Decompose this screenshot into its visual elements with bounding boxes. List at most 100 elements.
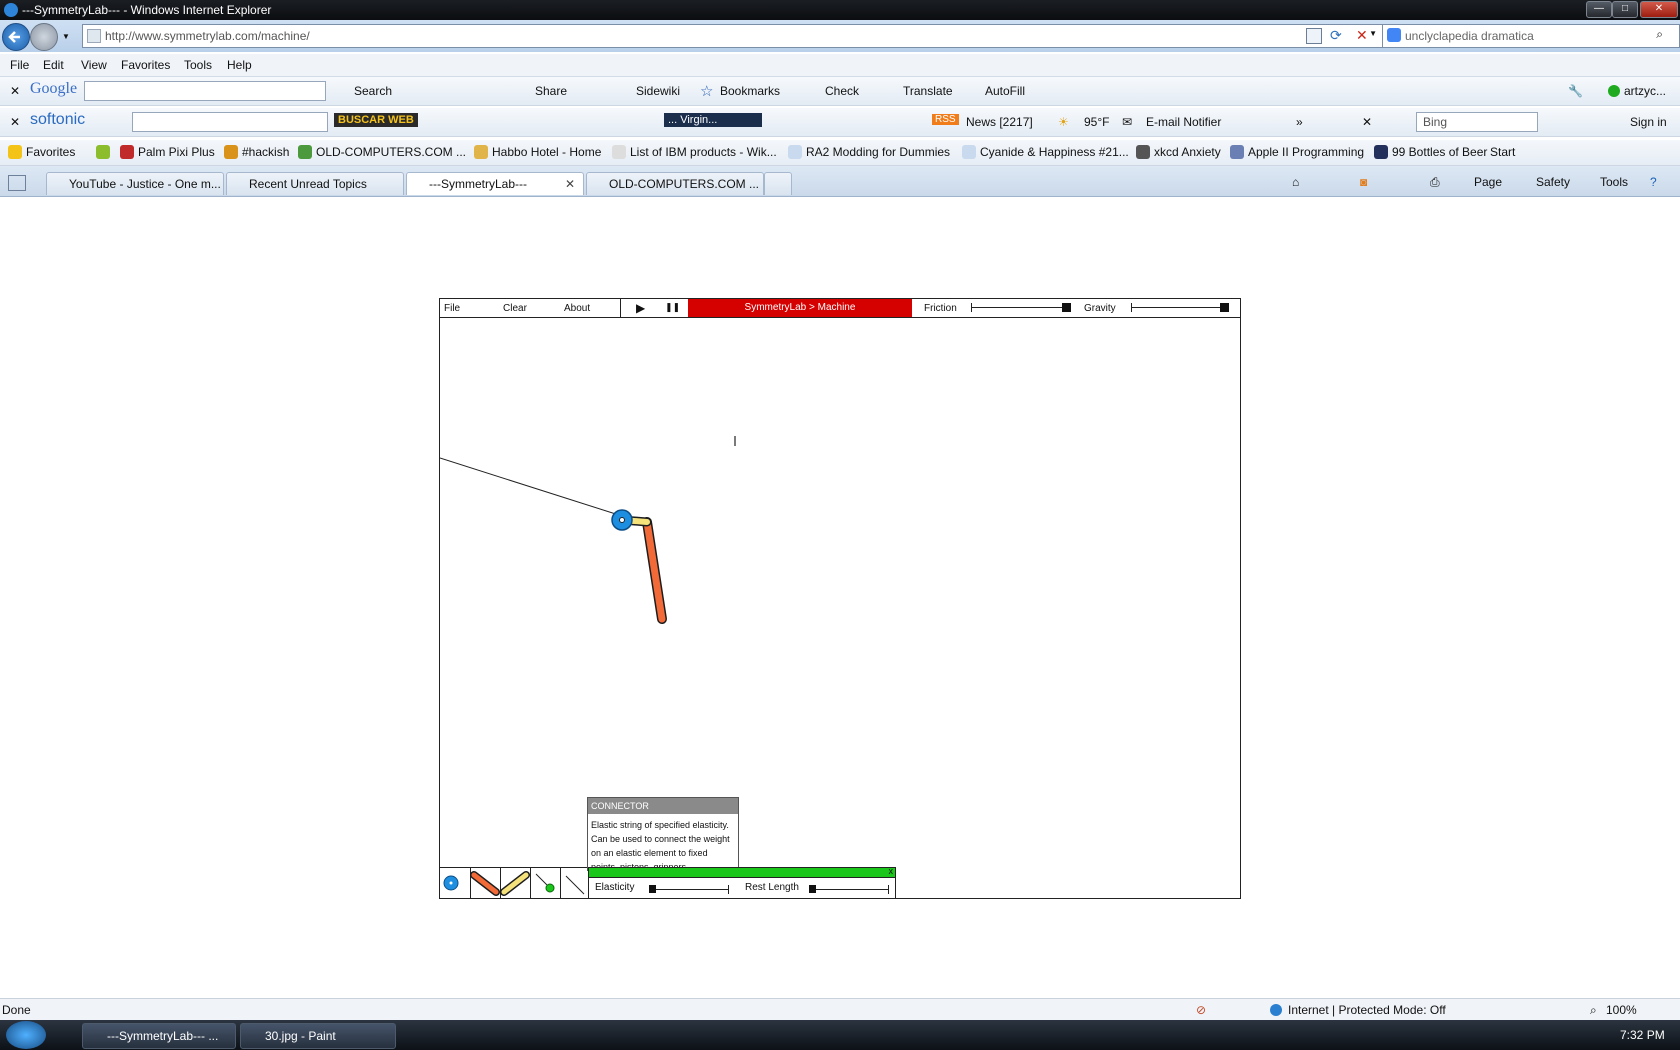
home-icon[interactable]: ⌂ <box>1292 175 1299 189</box>
friction-knob[interactable] <box>1062 303 1071 312</box>
tool-wheel[interactable] <box>440 867 471 899</box>
site-icon <box>1230 145 1244 159</box>
favorite-link[interactable]: #hackish <box>224 145 289 159</box>
menu-help[interactable]: Help <box>227 58 252 72</box>
bing-search-field[interactable]: Bing <box>1416 112 1538 132</box>
popup-blocker-icon[interactable]: ⊘ <box>1196 1003 1206 1017</box>
elasticity-knob[interactable] <box>649 885 656 893</box>
elasticity-slider[interactable] <box>649 885 729 894</box>
radio-player-display[interactable]: ... Virgin... <box>664 113 762 127</box>
refresh-icon[interactable]: ⟳ <box>1330 27 1342 44</box>
close-button[interactable]: ✕ <box>1640 1 1678 18</box>
favorite-link[interactable]: Cyanide & Happiness #21... <box>962 145 1129 159</box>
app-menu-about[interactable]: About <box>564 303 590 314</box>
nav-dropdown-icon[interactable]: ▼ <box>62 32 70 41</box>
new-tab-button[interactable] <box>764 172 792 195</box>
toolbar-close-icon[interactable]: ✕ <box>1362 115 1372 129</box>
pause-button[interactable]: ❚❚ <box>665 302 680 313</box>
menu-edit[interactable]: Edit <box>43 58 64 72</box>
favorite-link[interactable]: RA2 Modding for Dummies <box>788 145 950 159</box>
address-input[interactable]: http://www.symmetrylab.com/machine/ ▼ <box>82 24 1384 48</box>
wrench-icon[interactable]: 🔧 <box>1568 84 1583 98</box>
start-button[interactable] <box>6 1021 46 1049</box>
menu-favorites[interactable]: Favorites <box>121 58 170 72</box>
favorites-star-icon <box>8 145 22 159</box>
favorite-link[interactable]: xkcd Anxiety <box>1136 145 1221 159</box>
simulation-canvas[interactable] <box>440 318 1240 898</box>
toolbar-close-icon[interactable]: ✕ <box>10 84 20 98</box>
play-button[interactable]: ▶ <box>636 301 645 315</box>
sign-in-link[interactable]: Sign in <box>1630 115 1667 129</box>
gravity-label: Gravity <box>1084 303 1116 314</box>
favorites-button[interactable]: Favorites <box>8 145 75 159</box>
print-icon[interactable]: ⎙ <box>1430 175 1440 190</box>
favorite-link[interactable]: List of IBM products - Wik... <box>612 145 777 159</box>
toolbar-button-sidewiki[interactable]: Sidewiki <box>636 84 680 98</box>
search-input[interactable]: unclyclapedia dramatica ⌕ <box>1382 24 1680 48</box>
properties-close-button[interactable]: x <box>889 866 894 876</box>
app-menu-clear[interactable]: Clear <box>503 303 527 314</box>
favorite-link[interactable] <box>96 145 114 159</box>
task-symmetrylab[interactable]: ---SymmetryLab--- ... <box>82 1023 236 1049</box>
toolbar-button-check[interactable]: Check <box>825 84 859 98</box>
tab-recent-unread[interactable]: Recent Unread Topics <box>226 172 404 195</box>
friction-slider[interactable] <box>971 303 1071 312</box>
toolbar-close-icon[interactable]: ✕ <box>10 115 20 129</box>
gravity-knob[interactable] <box>1220 303 1229 312</box>
menu-tools[interactable]: Tools <box>184 58 212 72</box>
tools-menu[interactable]: Tools <box>1600 175 1628 189</box>
favorite-link[interactable]: Palm Pixi Plus <box>120 145 215 159</box>
address-dropdown-icon[interactable]: ▼ <box>1369 29 1377 38</box>
tool-spring[interactable] <box>500 867 531 899</box>
feeds-icon[interactable]: ◙ <box>1360 175 1367 189</box>
softonic-search-field[interactable] <box>132 112 328 132</box>
favorite-link[interactable]: Start <box>1490 145 1515 159</box>
tab-close-icon[interactable]: ✕ <box>565 177 575 191</box>
task-paint[interactable]: 30.jpg - Paint <box>240 1023 396 1049</box>
orange-rod-fill <box>643 518 666 623</box>
quick-tabs-icon[interactable] <box>8 175 26 191</box>
page-menu[interactable]: Page <box>1474 175 1502 189</box>
toolbar-button-share[interactable]: Share <box>535 84 567 98</box>
tool-pendulum[interactable] <box>530 867 561 899</box>
toolbar-button-translate[interactable]: Translate <box>903 84 953 98</box>
toolbar-button-bookmarks[interactable]: Bookmarks <box>720 84 780 98</box>
forward-button[interactable] <box>30 23 58 51</box>
security-zone[interactable]: Internet | Protected Mode: Off <box>1288 1003 1446 1017</box>
rest-length-knob[interactable] <box>809 885 816 893</box>
google-search-field[interactable] <box>84 81 326 101</box>
rest-length-slider[interactable] <box>809 885 889 894</box>
buscar-web-button[interactable]: BUSCAR WEB <box>334 113 418 127</box>
gravity-slider[interactable] <box>1131 303 1229 312</box>
magnifier-icon[interactable]: ⌕ <box>1656 27 1663 42</box>
connector-string[interactable] <box>440 457 623 517</box>
tool-rod[interactable] <box>470 867 501 899</box>
zoom-level[interactable]: 100% <box>1606 1003 1637 1017</box>
favorite-link[interactable]: Habbo Hotel - Home <box>474 145 601 159</box>
toolbar-button-autofill[interactable]: AutoFill <box>985 84 1025 98</box>
email-notifier-button[interactable]: E-mail Notifier <box>1146 115 1221 129</box>
favorite-link[interactable]: OLD-COMPUTERS.COM ... <box>298 145 466 159</box>
google-search-button[interactable]: Search <box>354 84 392 98</box>
menu-view[interactable]: View <box>81 58 107 72</box>
help-icon[interactable]: ? <box>1650 175 1657 189</box>
tab-symmetrylab[interactable]: ---SymmetryLab--- ✕ <box>406 172 584 195</box>
weather-label[interactable]: 95°F <box>1084 115 1109 129</box>
app-menu-file[interactable]: File <box>444 303 460 314</box>
tab-youtube[interactable]: YouTube - Justice - One m... <box>46 172 224 195</box>
account-name[interactable]: artzyc... <box>1624 84 1666 98</box>
maximize-button[interactable]: □ <box>1612 1 1638 18</box>
back-button[interactable] <box>2 23 30 51</box>
toolbar-overflow-button[interactable]: » <box>1296 115 1303 129</box>
minimize-button[interactable]: — <box>1586 1 1612 18</box>
favorite-link[interactable]: 99 Bottles of Beer <box>1374 145 1487 159</box>
menu-file[interactable]: File <box>10 58 29 72</box>
stop-icon[interactable]: ✕ <box>1356 27 1368 44</box>
ie-logo-icon <box>4 3 18 17</box>
tab-old-computers[interactable]: OLD-COMPUTERS.COM ... <box>586 172 764 195</box>
tool-connector[interactable] <box>560 867 591 899</box>
safety-menu[interactable]: Safety <box>1536 175 1570 189</box>
favorite-link[interactable]: Apple II Programming <box>1230 145 1364 159</box>
compat-view-icon[interactable] <box>1306 28 1322 44</box>
news-button[interactable]: News [2217] <box>966 115 1033 129</box>
